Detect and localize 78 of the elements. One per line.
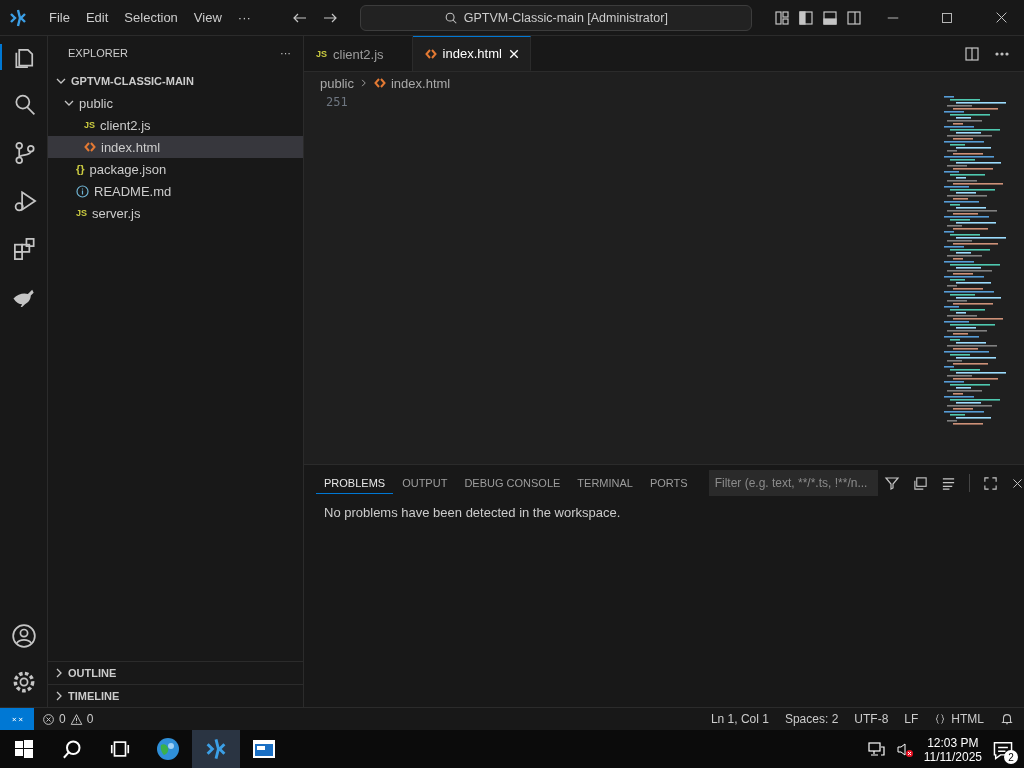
chevron-down-icon[interactable] bbox=[64, 98, 74, 108]
panel-tab[interactable]: OUTPUT bbox=[394, 472, 456, 494]
file-row[interactable]: index.html bbox=[48, 136, 303, 158]
search-icon[interactable] bbox=[62, 739, 82, 759]
word-wrap-icon[interactable] bbox=[941, 475, 956, 491]
maximize-icon[interactable] bbox=[941, 11, 953, 24]
layout-icon[interactable] bbox=[774, 9, 790, 26]
chat-icon bbox=[992, 739, 1014, 761]
chevron-right-icon[interactable] bbox=[54, 668, 64, 678]
menu-item[interactable]: Edit bbox=[78, 6, 116, 29]
maximize-panel-icon[interactable] bbox=[983, 475, 998, 491]
folder-row[interactable]: GPTVM-CLASSIC-MAIN bbox=[48, 70, 303, 92]
search-icon bbox=[443, 10, 458, 25]
breadcrumb[interactable]: public bbox=[320, 75, 354, 91]
sidebar-right-icon[interactable] bbox=[846, 9, 862, 26]
more-actions[interactable]: ··· bbox=[280, 47, 291, 59]
menu-item[interactable]: View bbox=[186, 6, 229, 29]
filter-field[interactable]: Filter (e.g. text, **/*.ts, !**/n... bbox=[708, 470, 878, 496]
window-icon bbox=[253, 740, 275, 758]
editor-tab[interactable]: index.html bbox=[412, 36, 531, 71]
panel-tab[interactable]: TERMINAL bbox=[569, 472, 641, 494]
notifications-button[interactable]: 2 bbox=[992, 739, 1014, 761]
collapse-all-icon[interactable] bbox=[913, 475, 928, 491]
chevron-down-icon[interactable] bbox=[56, 76, 66, 86]
warning-icon bbox=[69, 712, 83, 726]
status-item[interactable]: Ln 1, Col 1 bbox=[710, 712, 769, 726]
js-file-icon: JS bbox=[84, 120, 95, 130]
split-editor-icon[interactable] bbox=[964, 45, 980, 62]
task-view-icon[interactable] bbox=[109, 738, 131, 760]
menu-item[interactable]: ··· bbox=[230, 6, 258, 29]
file-row[interactable]: JS server.js bbox=[48, 202, 303, 224]
language-status[interactable]: HTML bbox=[951, 712, 984, 726]
file-row[interactable]: JS client2.js bbox=[48, 114, 303, 136]
bell-icon[interactable] bbox=[1000, 712, 1014, 726]
info-file-icon bbox=[76, 184, 89, 198]
close-panel-icon[interactable] bbox=[1011, 476, 1024, 490]
status-item[interactable]: Spaces: 2 bbox=[784, 712, 839, 726]
panel-tab[interactable]: PORTS bbox=[641, 472, 696, 494]
html-file-icon bbox=[424, 47, 437, 60]
start-icon[interactable] bbox=[15, 740, 33, 758]
file-row[interactable]: {} package.json bbox=[48, 158, 303, 180]
status-item[interactable]: UTF-8 bbox=[854, 712, 889, 726]
globe-icon bbox=[156, 737, 180, 761]
app-logo-icon bbox=[8, 7, 28, 28]
error-icon bbox=[42, 712, 55, 726]
json-file-icon: {} bbox=[76, 163, 85, 175]
panel-tab[interactable]: DEBUG CONSOLE bbox=[456, 472, 569, 494]
js-file-icon: JS bbox=[316, 49, 327, 59]
menu-item[interactable]: File bbox=[42, 6, 77, 29]
sidebar-title: EXPLORER bbox=[68, 47, 128, 59]
filter-icon[interactable] bbox=[884, 475, 900, 491]
close-icon[interactable] bbox=[994, 11, 1008, 24]
html-file-icon bbox=[373, 77, 386, 89]
account-icon[interactable] bbox=[10, 623, 37, 649]
chevron-right-icon[interactable] bbox=[54, 691, 64, 701]
command-center-field[interactable]: GPTVM-Classic-main [Administrator] bbox=[359, 4, 752, 31]
app-logo-icon bbox=[204, 737, 228, 761]
problems-message: No problems have been detected in the workspace. bbox=[323, 504, 622, 522]
js-file-icon: JS bbox=[76, 208, 87, 218]
section-header[interactable]: OUTLINE bbox=[48, 661, 303, 684]
breadcrumb[interactable]: index.html bbox=[390, 75, 451, 91]
extensions-icon[interactable] bbox=[11, 236, 38, 262]
status-item[interactable]: LF bbox=[904, 712, 919, 726]
network-icon[interactable] bbox=[867, 741, 886, 759]
close-tab-icon[interactable] bbox=[507, 47, 520, 60]
panel-bottom-icon[interactable] bbox=[822, 9, 838, 26]
notification-count: 2 bbox=[1004, 750, 1018, 764]
line-number: 251 bbox=[325, 94, 349, 111]
sidebar-left-icon[interactable] bbox=[798, 9, 814, 26]
menu-item[interactable]: Selection bbox=[117, 6, 185, 29]
file-row[interactable]: README.md bbox=[48, 180, 303, 202]
problems-status[interactable]: 0 0 bbox=[42, 712, 94, 726]
folder-row[interactable]: public bbox=[48, 92, 303, 114]
html-file-icon bbox=[84, 141, 96, 153]
volume-muted-icon[interactable] bbox=[895, 741, 914, 759]
clock[interactable]: 12:03 PM 11/11/2025 bbox=[923, 736, 982, 764]
panel-tab[interactable]: PROBLEMS bbox=[316, 472, 394, 494]
braces-icon bbox=[934, 713, 947, 725]
